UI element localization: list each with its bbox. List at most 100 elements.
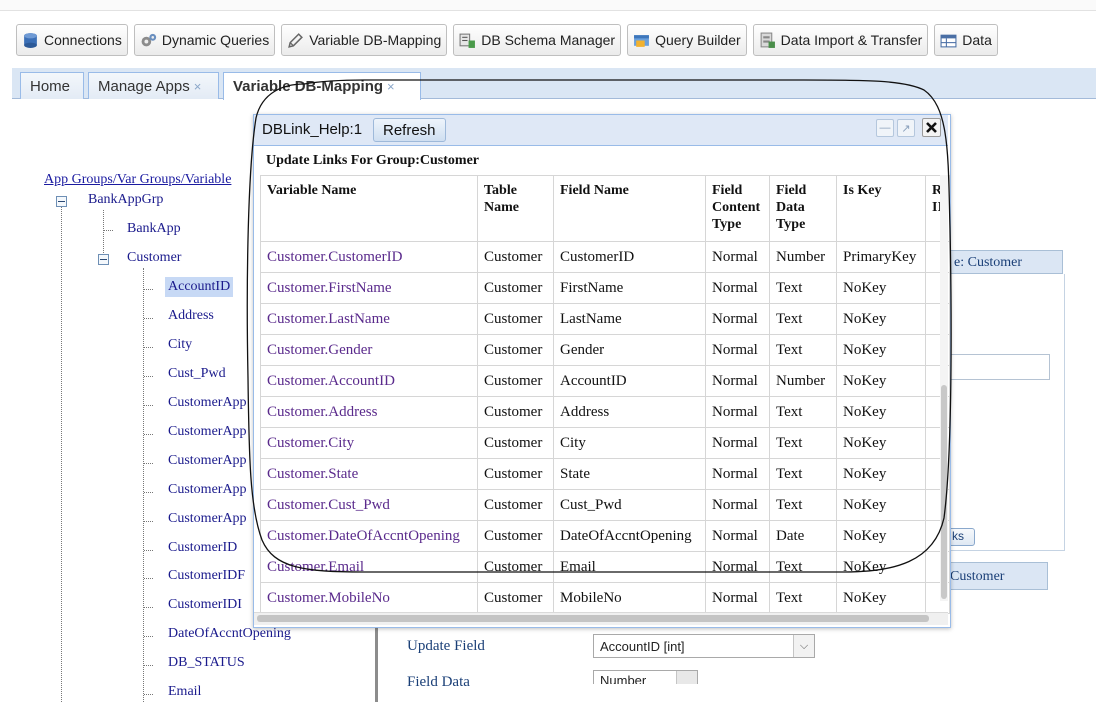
table-cell: Text bbox=[769, 489, 837, 521]
column-header[interactable]: Variable Name bbox=[260, 175, 478, 242]
tab-manage-apps-label: Manage Apps bbox=[98, 77, 190, 95]
close-icon[interactable] bbox=[922, 118, 941, 137]
tab-manage-apps[interactable]: Manage Apps × bbox=[88, 72, 219, 99]
table-cell: City bbox=[553, 427, 706, 459]
minimize-icon[interactable]: — bbox=[876, 119, 894, 137]
splitter[interactable] bbox=[375, 615, 378, 702]
grid-header-row: Variable Name Table Name Field Name Field C… bbox=[260, 175, 950, 242]
tree-node-variable[interactable]: DateOfAccntOpening bbox=[168, 626, 291, 642]
tab-home[interactable]: Home bbox=[20, 72, 84, 99]
tree-node-variable[interactable]: CustomerIDI bbox=[168, 597, 242, 613]
variable-name-cell[interactable]: Customer.FirstName bbox=[260, 272, 478, 304]
column-header[interactable]: Field Data Type bbox=[769, 175, 837, 242]
dynamic-queries-label: Dynamic Queries bbox=[161, 32, 270, 48]
table-row[interactable]: Customer.FirstName Customer FirstName Norma… bbox=[260, 272, 950, 304]
column-header[interactable]: Field Name bbox=[553, 175, 706, 242]
variable-name-cell[interactable]: Customer.MobileNo bbox=[260, 582, 478, 614]
tree-node-variable[interactable]: DB_STATUS bbox=[168, 655, 245, 671]
variable-name-cell[interactable]: Customer.Cust_Pwd bbox=[260, 489, 478, 521]
chevron-down-icon[interactable] bbox=[676, 671, 697, 684]
table-row[interactable]: Customer.MobileNo Customer MobileNo Normal T… bbox=[260, 582, 950, 614]
popout-icon[interactable]: ↗ bbox=[897, 119, 915, 137]
variable-name-cell[interactable]: Customer.AccountID bbox=[260, 365, 478, 397]
query-builder-button[interactable]: Query Builder bbox=[627, 24, 747, 56]
refresh-button[interactable]: Refresh bbox=[373, 118, 446, 142]
tree-node-var-group[interactable]: Customer bbox=[127, 250, 181, 266]
column-header[interactable]: Table Name bbox=[477, 175, 554, 242]
tree-guide-line bbox=[61, 205, 62, 702]
scroll-thumb[interactable] bbox=[941, 385, 947, 599]
dialog-header[interactable]: DBLink_Help:1 Refresh — ↗ bbox=[254, 115, 948, 146]
table-cell: State bbox=[553, 458, 706, 490]
table-cell: NoKey bbox=[836, 303, 926, 335]
tree-node-variable[interactable]: City bbox=[168, 337, 192, 353]
tree-node-variable[interactable]: CustomerID bbox=[168, 540, 237, 556]
table-cell: Gender bbox=[553, 334, 706, 366]
tab-variable-db-mapping[interactable]: Variable DB-Mapping × bbox=[223, 72, 421, 100]
right-panel-input[interactable] bbox=[943, 354, 1050, 380]
variable-name-cell[interactable]: Customer.Gender bbox=[260, 334, 478, 366]
table-cell: Text bbox=[769, 551, 837, 583]
variable-db-mapping-button[interactable]: Variable DB-Mapping bbox=[281, 24, 448, 56]
table-row[interactable]: Customer.DateOfAccntOpening Customer DateO… bbox=[260, 520, 950, 552]
dynamic-queries-button[interactable]: Dynamic Queries bbox=[133, 24, 276, 56]
tree-node-variable[interactable]: Email bbox=[168, 684, 201, 700]
close-x-glyph bbox=[926, 122, 937, 133]
table-cell: NoKey bbox=[836, 582, 926, 614]
tree-node-variable[interactable]: CustomerApp bbox=[168, 395, 247, 411]
tree-node-variable[interactable]: Address bbox=[168, 308, 214, 324]
update-field-select[interactable]: AccountID [int] ⌵ bbox=[593, 634, 815, 658]
table-cell: Customer bbox=[477, 458, 554, 490]
variable-name-cell[interactable]: Customer.City bbox=[260, 427, 478, 459]
scroll-thumb[interactable] bbox=[257, 615, 929, 622]
tree-node-group[interactable]: BankAppGrp bbox=[88, 192, 163, 208]
table-row[interactable]: Customer.CustomerID Customer CustomerID Nor… bbox=[260, 241, 950, 273]
table-row[interactable]: Customer.Gender Customer Gender Normal Text N… bbox=[260, 334, 950, 366]
table-cell: Customer bbox=[477, 272, 554, 304]
tree-node-variable[interactable]: AccountID bbox=[165, 277, 234, 297]
close-icon[interactable]: × bbox=[387, 79, 395, 94]
collapse-icon[interactable] bbox=[98, 254, 109, 265]
tree-connector bbox=[144, 376, 153, 377]
tree-node-variable[interactable]: CustomerApp bbox=[168, 482, 247, 498]
tree-node-variable[interactable]: CustomerApp bbox=[168, 453, 247, 469]
table-row[interactable]: Customer.LastName Customer LastName Normal T… bbox=[260, 303, 950, 335]
field-data-type-value: Number bbox=[600, 673, 647, 684]
column-header[interactable]: Field Content Type bbox=[705, 175, 770, 242]
tree-node-variable[interactable]: Cust_Pwd bbox=[168, 366, 226, 382]
table-row[interactable]: Customer.AccountID Customer AccountID Norma… bbox=[260, 365, 950, 397]
field-data-type-select[interactable]: Number bbox=[593, 670, 698, 684]
data-button[interactable]: Data bbox=[934, 24, 998, 56]
table-row[interactable]: Customer.Cust_Pwd Customer Cust_Pwd Normal T… bbox=[260, 489, 950, 521]
table-cell: Text bbox=[769, 303, 837, 335]
tree-node-variable[interactable]: CustomerApp bbox=[168, 511, 247, 527]
variable-name-cell[interactable]: Customer.DateOfAccntOpening bbox=[260, 520, 478, 552]
table-row[interactable]: Customer.Email Customer Email Normal Text NoK… bbox=[260, 551, 950, 583]
vertical-scrollbar[interactable] bbox=[940, 175, 948, 601]
variable-name-cell[interactable]: Customer.CustomerID bbox=[260, 241, 478, 273]
table-cell: NoKey bbox=[836, 551, 926, 583]
variable-name-cell[interactable]: Customer.State bbox=[260, 458, 478, 490]
table-cell: LastName bbox=[553, 303, 706, 335]
tree-node-app[interactable]: BankApp bbox=[127, 221, 181, 237]
data-import-transfer-label: Data Import & Transfer bbox=[780, 32, 923, 48]
table-cell: Text bbox=[769, 458, 837, 490]
tree-node-variable[interactable]: CustomerApp bbox=[168, 424, 247, 440]
tree-node-variable[interactable]: CustomerIDF bbox=[168, 568, 245, 584]
variable-name-cell[interactable]: Customer.Address bbox=[260, 396, 478, 428]
collapse-icon[interactable] bbox=[56, 196, 67, 207]
chevron-down-icon[interactable]: ⌵ bbox=[793, 635, 814, 657]
tree-root-link[interactable]: App Groups/Var Groups/Variable bbox=[44, 172, 231, 188]
variable-name-cell[interactable]: Customer.LastName bbox=[260, 303, 478, 335]
table-row[interactable]: Customer.City Customer City Normal Text NoKey bbox=[260, 427, 950, 459]
data-import-transfer-button[interactable]: Data Import & Transfer bbox=[752, 24, 929, 56]
table-row[interactable]: Customer.Address Customer Address Normal Tex… bbox=[260, 396, 950, 428]
horizontal-scrollbar[interactable] bbox=[254, 612, 948, 625]
connections-button[interactable]: Connections bbox=[16, 24, 128, 56]
column-header[interactable]: Is Key bbox=[836, 175, 926, 242]
close-icon[interactable]: × bbox=[194, 79, 202, 94]
tree-connector bbox=[144, 665, 153, 666]
db-schema-manager-button[interactable]: DB Schema Manager bbox=[453, 24, 622, 56]
table-row[interactable]: Customer.State Customer State Normal Text NoK… bbox=[260, 458, 950, 490]
variable-name-cell[interactable]: Customer.Email bbox=[260, 551, 478, 583]
